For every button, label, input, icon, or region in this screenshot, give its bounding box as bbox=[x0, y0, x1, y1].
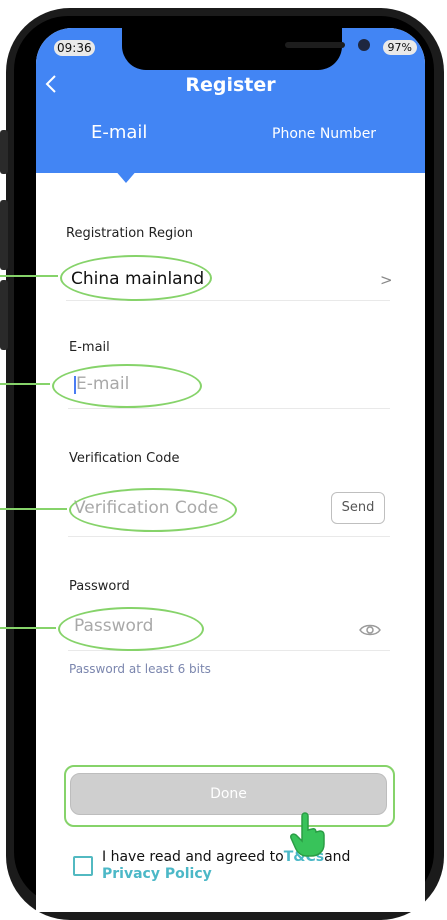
eye-icon[interactable] bbox=[359, 622, 381, 636]
callout-line bbox=[0, 627, 56, 629]
verification-label: Verification Code bbox=[69, 451, 180, 466]
agreement-checkbox[interactable] bbox=[73, 856, 93, 876]
page-title: Register bbox=[185, 74, 276, 96]
agreement-text: I have read and agreed toT&Csand Privacy… bbox=[102, 849, 402, 883]
divider bbox=[68, 408, 390, 409]
highlight-ring-region bbox=[60, 255, 212, 301]
speaker bbox=[285, 42, 345, 48]
notch bbox=[122, 28, 370, 70]
password-hint: Password at least 6 bits bbox=[69, 662, 211, 676]
callout-line bbox=[0, 383, 50, 385]
side-button bbox=[0, 280, 8, 350]
battery-indicator: 97% bbox=[382, 40, 417, 55]
tab-email[interactable]: E-mail bbox=[91, 122, 147, 143]
camera bbox=[358, 39, 370, 51]
highlight-ring-email bbox=[52, 364, 202, 408]
done-highlight: Done bbox=[64, 765, 395, 827]
agreement-prefix: I have read and agreed to bbox=[102, 849, 284, 865]
send-code-button[interactable]: Send bbox=[331, 492, 385, 524]
tap-hand-icon bbox=[286, 810, 330, 858]
tab-phone-number[interactable]: Phone Number bbox=[272, 126, 376, 142]
side-button bbox=[0, 130, 8, 174]
active-tab-pointer bbox=[114, 169, 138, 183]
callout-line bbox=[0, 275, 58, 277]
password-label: Password bbox=[69, 579, 130, 594]
callout-line bbox=[0, 508, 67, 510]
privacy-policy-link[interactable]: Privacy Policy bbox=[102, 866, 212, 882]
divider bbox=[68, 536, 390, 537]
highlight-ring-verification bbox=[69, 488, 237, 532]
side-button bbox=[0, 200, 8, 270]
region-label: Registration Region bbox=[66, 226, 194, 241]
email-label: E-mail bbox=[69, 340, 110, 355]
status-time: 09:36 bbox=[54, 40, 95, 56]
chevron-right-icon[interactable]: > bbox=[380, 271, 393, 289]
done-button[interactable]: Done bbox=[70, 773, 387, 815]
highlight-ring-password bbox=[58, 607, 204, 651]
